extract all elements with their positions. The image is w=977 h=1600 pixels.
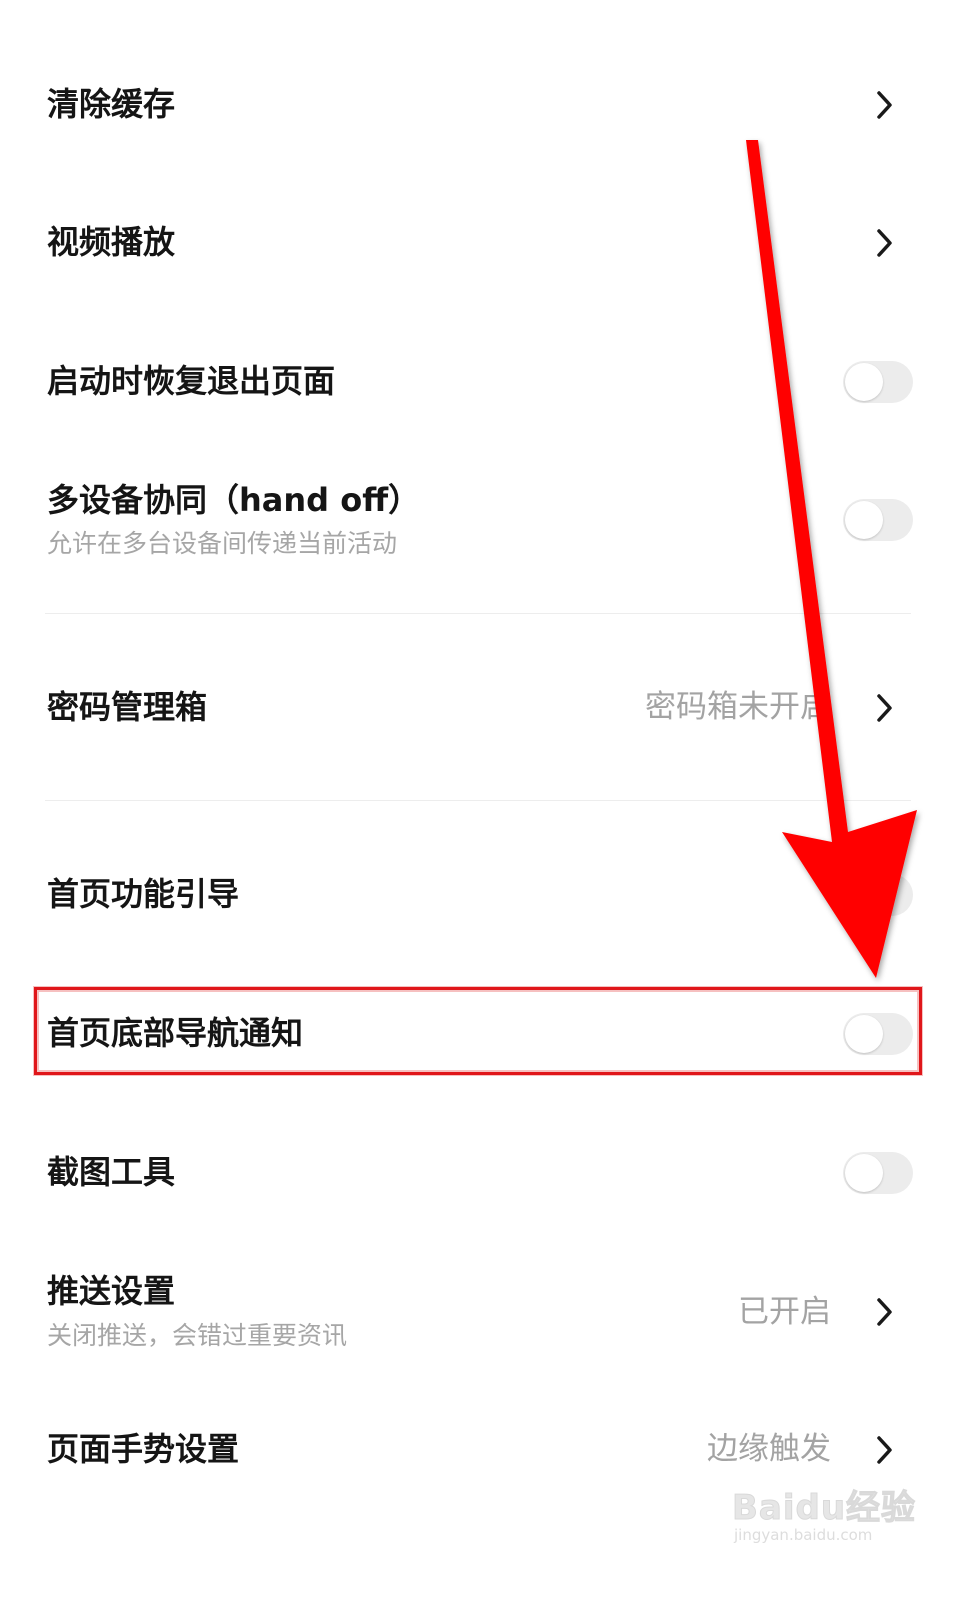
settings-row-video-playback[interactable]: 视频播放 (0, 208, 977, 278)
settings-row-gesture[interactable]: 页面手势设置 边缘触发 (0, 1415, 977, 1485)
row-value: 已开启 (738, 1294, 831, 1330)
settings-row-screenshot-tool: 截图工具 (0, 1138, 977, 1208)
baidu-watermark: Baidu经验 jingyan.baidu.com (731, 1480, 932, 1560)
row-title: 启动时恢复退出页面 (47, 362, 336, 400)
settings-row-push[interactable]: 推送设置 关闭推送，会错过重要资讯 已开启 (0, 1266, 977, 1366)
chevron-right-icon (877, 91, 892, 119)
toggle-knob (845, 363, 883, 401)
handoff-toggle[interactable] (843, 499, 913, 541)
restore-on-launch-toggle[interactable] (843, 361, 913, 403)
highlight-box (34, 987, 922, 1075)
watermark-url: jingyan.baidu.com (734, 1526, 873, 1544)
toggle-knob (845, 501, 883, 539)
row-title: 截图工具 (47, 1153, 176, 1191)
section-divider (45, 800, 911, 801)
row-title: 密码管理箱 (47, 688, 208, 726)
row-title: 首页功能引导 (47, 875, 240, 913)
toggle-knob (845, 876, 883, 914)
row-title: 页面手势设置 (47, 1430, 240, 1468)
section-divider (45, 613, 911, 614)
screenshot-tool-toggle[interactable] (843, 1152, 913, 1194)
row-title: 推送设置 (47, 1272, 176, 1310)
row-value: 边缘触发 (707, 1431, 831, 1467)
settings-row-home-guide: 首页功能引导 (0, 860, 977, 930)
chevron-right-icon (877, 694, 892, 722)
home-guide-toggle[interactable] (843, 874, 913, 916)
chevron-right-icon (877, 1436, 892, 1464)
settings-row-restore-on-launch: 启动时恢复退出页面 (0, 347, 977, 417)
watermark-logo: Baidu经验 (731, 1488, 917, 1529)
settings-row-handoff: 多设备协同（hand off） 允许在多台设备间传递当前活动 (0, 470, 977, 570)
row-subtitle: 关闭推送，会错过重要资讯 (47, 1321, 348, 1350)
row-title: 多设备协同（hand off） (47, 481, 421, 519)
chevron-right-icon (877, 1298, 892, 1326)
row-value: 密码箱未开启 (645, 689, 831, 725)
row-subtitle: 允许在多台设备间传递当前活动 (47, 529, 398, 558)
row-title: 视频播放 (47, 223, 176, 261)
settings-row-clear-cache[interactable]: 清除缓存 (0, 70, 977, 140)
chevron-right-icon (877, 229, 892, 257)
row-title: 清除缓存 (47, 85, 176, 123)
settings-row-password-manager[interactable]: 密码管理箱 密码箱未开启 (0, 673, 977, 743)
toggle-knob (845, 1154, 883, 1192)
